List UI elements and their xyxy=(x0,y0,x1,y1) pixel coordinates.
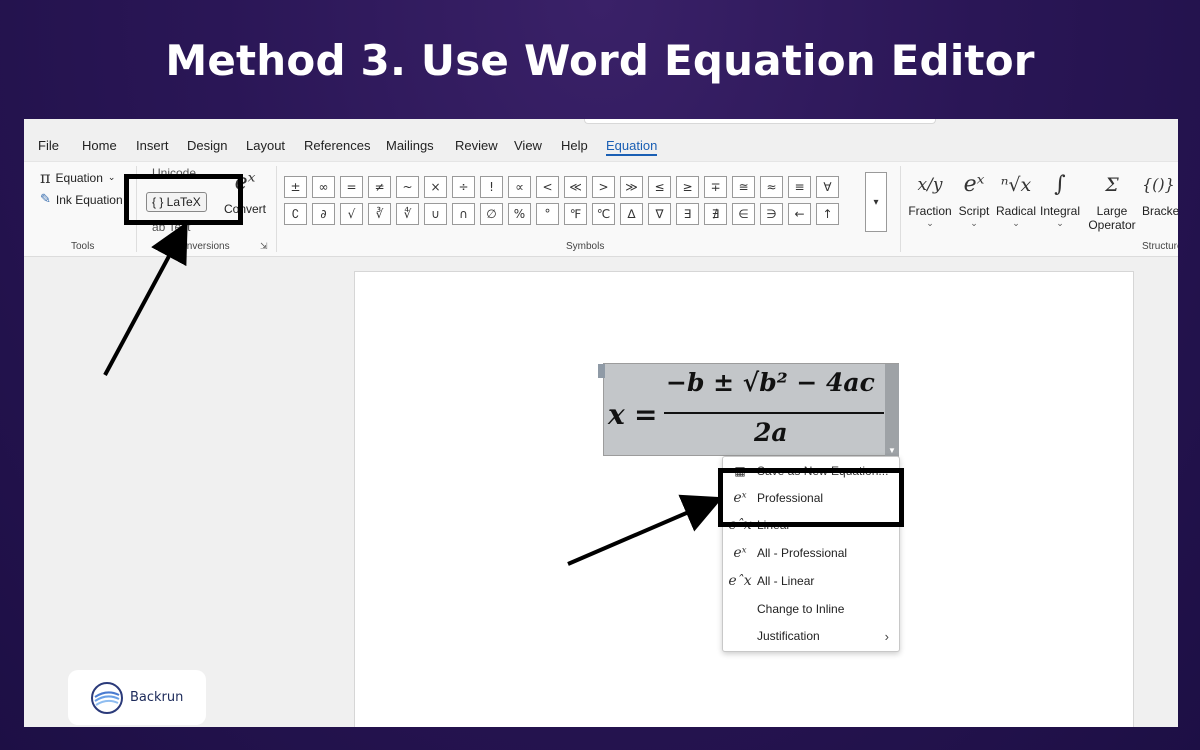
arrow-to-latex xyxy=(103,221,188,376)
backrun-logo: Backrun xyxy=(68,670,206,725)
logo-text: Backrun xyxy=(130,690,184,705)
backrun-logo-icon xyxy=(91,681,123,714)
arrow-to-professional xyxy=(567,494,724,566)
annotation-arrows xyxy=(103,221,724,566)
